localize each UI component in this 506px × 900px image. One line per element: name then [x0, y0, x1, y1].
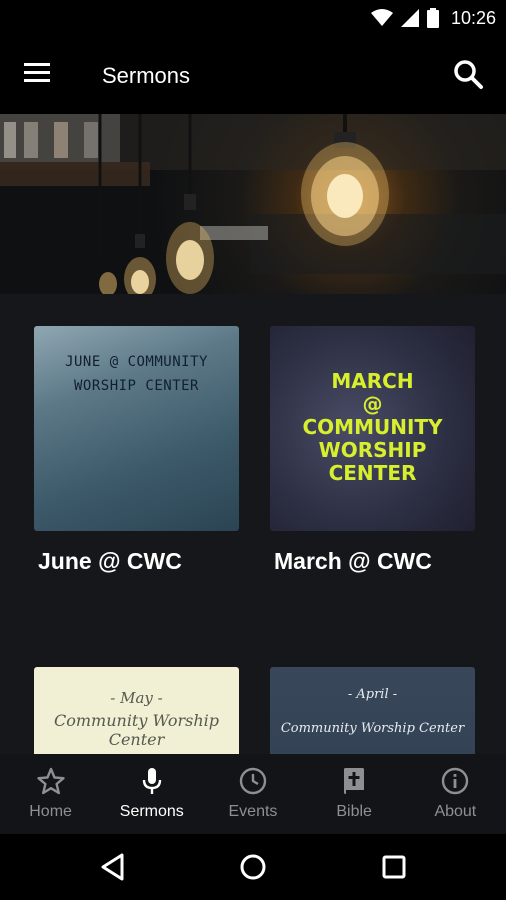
clock-icon	[239, 767, 267, 795]
hamburger-icon	[24, 63, 50, 82]
artwork-line: Community Worship Center	[53, 711, 219, 749]
sermon-title: March @ CWC	[274, 548, 432, 574]
artwork-line: Community Worship Center	[280, 721, 465, 736]
sermon-card-april[interactable]: - April - Community Worship Center	[270, 667, 475, 754]
artwork-text: JUNE @ COMMUNITY WORSHIP CENTER	[34, 350, 239, 398]
nav-label: Events	[228, 803, 278, 820]
battery-icon	[426, 8, 439, 28]
artwork-line: - April -	[347, 687, 398, 702]
artwork-line: @	[362, 392, 383, 416]
artwork-line: WORSHIP CENTER	[73, 378, 199, 394]
sermon-card-may[interactable]: - May - Community Worship Center	[34, 667, 239, 754]
status-time: 10:26	[450, 7, 496, 28]
star-icon	[36, 767, 65, 795]
bottom-navigation: Home Sermons Events Bible About	[0, 754, 506, 834]
status-bar: 10:26	[0, 0, 506, 36]
app-bar: Sermons	[0, 36, 506, 114]
header-banner-image	[0, 114, 506, 294]
sermon-artwork: JUNE @ COMMUNITY WORSHIP CENTER	[34, 326, 239, 531]
nav-item-events[interactable]: Events	[202, 754, 303, 834]
recents-square-icon	[382, 855, 406, 879]
sermon-grid: JUNE @ COMMUNITY WORSHIP CENTER June @ C…	[0, 294, 506, 754]
nav-label: Bible	[336, 803, 372, 820]
artwork-line: WORSHIP	[318, 438, 427, 462]
microphone-icon	[142, 768, 161, 794]
nav-item-home[interactable]: Home	[0, 754, 101, 834]
nav-item-sermons[interactable]: Sermons	[101, 754, 202, 834]
home-circle-icon	[240, 854, 266, 880]
app-screen: 10:26 Sermons JUNE @ COMMUNITY WORSHIP C…	[0, 0, 506, 900]
home-button[interactable]	[237, 851, 269, 883]
system-navigation-bar	[0, 834, 506, 900]
nav-item-bible[interactable]: Bible	[304, 754, 405, 834]
light-bulb-illustration	[0, 114, 506, 294]
signal-icon	[400, 9, 419, 27]
artwork-line: CENTER	[328, 461, 417, 485]
sermon-card-march[interactable]: MARCH @ COMMUNITY WORSHIP CENTER March @…	[270, 326, 475, 575]
sermon-artwork: - April - Community Worship Center	[270, 667, 475, 754]
nav-item-about[interactable]: About	[405, 754, 506, 834]
nav-label: Home	[29, 803, 72, 820]
wifi-icon	[370, 9, 393, 26]
page-title: Sermons	[102, 63, 191, 88]
artwork-line: COMMUNITY	[302, 415, 443, 439]
sermon-card-june[interactable]: JUNE @ COMMUNITY WORSHIP CENTER June @ C…	[34, 326, 239, 575]
search-icon	[454, 60, 483, 89]
bible-icon	[344, 768, 365, 794]
sermon-artwork: - May - Community Worship Center	[34, 667, 239, 754]
search-button[interactable]	[452, 58, 486, 92]
artwork-line: - May -	[110, 689, 163, 707]
artwork-line: JUNE @ COMMUNITY	[65, 354, 208, 370]
artwork-line: MARCH	[331, 369, 414, 393]
nav-label: Sermons	[119, 803, 184, 820]
recents-button[interactable]	[378, 851, 410, 883]
menu-button[interactable]	[22, 61, 58, 89]
artwork-text: MARCH @ COMMUNITY WORSHIP CENTER	[270, 370, 475, 485]
back-button[interactable]	[98, 851, 130, 883]
nav-label: About	[434, 803, 477, 820]
info-icon	[442, 767, 469, 795]
back-triangle-icon	[101, 853, 124, 881]
sermon-title: June @ CWC	[38, 548, 182, 574]
sermon-artwork: MARCH @ COMMUNITY WORSHIP CENTER	[270, 326, 475, 531]
